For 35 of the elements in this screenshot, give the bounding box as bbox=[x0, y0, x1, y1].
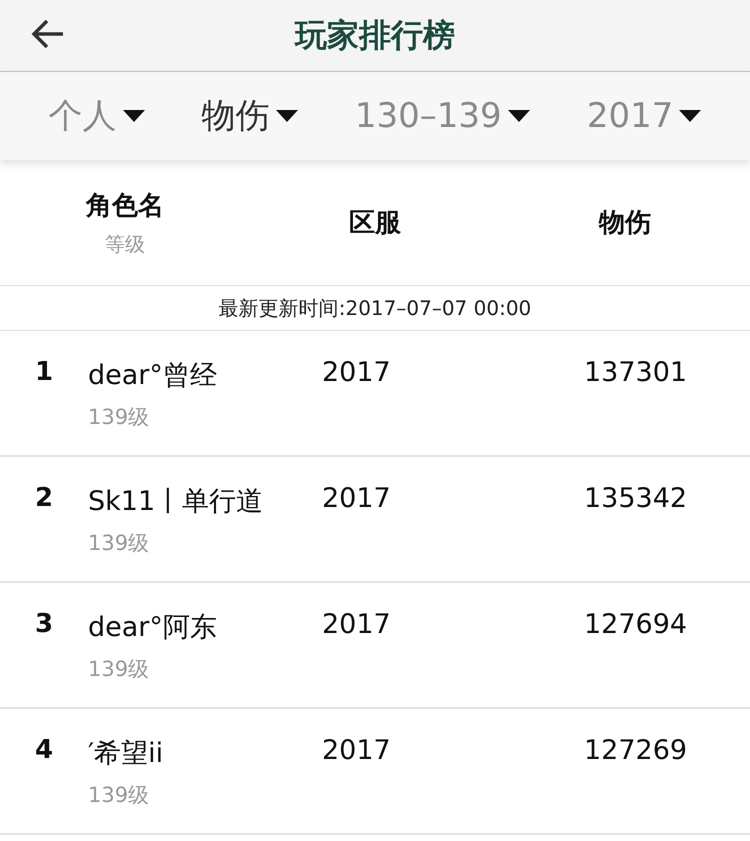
filter-dropdown[interactable]: 物伤 bbox=[198, 89, 302, 143]
player-name: ′希望ii bbox=[88, 737, 164, 771]
player-name: dear°阿东 bbox=[88, 611, 217, 645]
caret-icon bbox=[276, 110, 298, 122]
player-level: 139级 bbox=[88, 656, 150, 683]
caret-icon bbox=[508, 110, 530, 122]
server-cell-text: 2017 bbox=[322, 483, 392, 514]
player-level: 139级 bbox=[88, 782, 150, 809]
rank-number: 2 bbox=[34, 483, 54, 515]
column-subheader: 等级 bbox=[105, 230, 145, 258]
column-header: 角色名 bbox=[86, 190, 164, 222]
page-title: 玩家排行榜 bbox=[295, 14, 455, 56]
player-name: Sk11丨单行道 bbox=[88, 485, 264, 519]
update-time-text: 最新更新时间:2017–07–07 00:00 bbox=[218, 294, 532, 322]
back-arrow-icon bbox=[31, 19, 65, 49]
player-level: 139级 bbox=[88, 404, 150, 431]
player-name: dear°曾经 bbox=[88, 359, 217, 393]
score-cell-text: 127269 bbox=[584, 735, 688, 766]
rank-number: 1 bbox=[34, 357, 54, 389]
caret-icon bbox=[122, 110, 145, 122]
rank-number: 4 bbox=[34, 735, 54, 767]
score-cell-text: 127694 bbox=[584, 609, 688, 640]
column-header: 区服 bbox=[348, 207, 402, 240]
score-cell-text: 135342 bbox=[584, 483, 688, 514]
column-header: 物伤 bbox=[598, 207, 652, 240]
filter-dropdown[interactable]: 个人 bbox=[44, 89, 149, 143]
player-level: 139级 bbox=[88, 530, 150, 557]
server-cell-text: 2017 bbox=[322, 357, 392, 388]
filter-dropdown[interactable]: 130–139 bbox=[350, 92, 534, 140]
filter-dropdown[interactable]: 2017 bbox=[582, 92, 706, 140]
rank-number: 3 bbox=[34, 609, 54, 641]
server-cell-text: 2017 bbox=[322, 609, 392, 640]
score-cell-text: 137301 bbox=[584, 357, 688, 388]
server-cell-text: 2017 bbox=[322, 735, 392, 766]
caret-icon bbox=[679, 110, 702, 122]
